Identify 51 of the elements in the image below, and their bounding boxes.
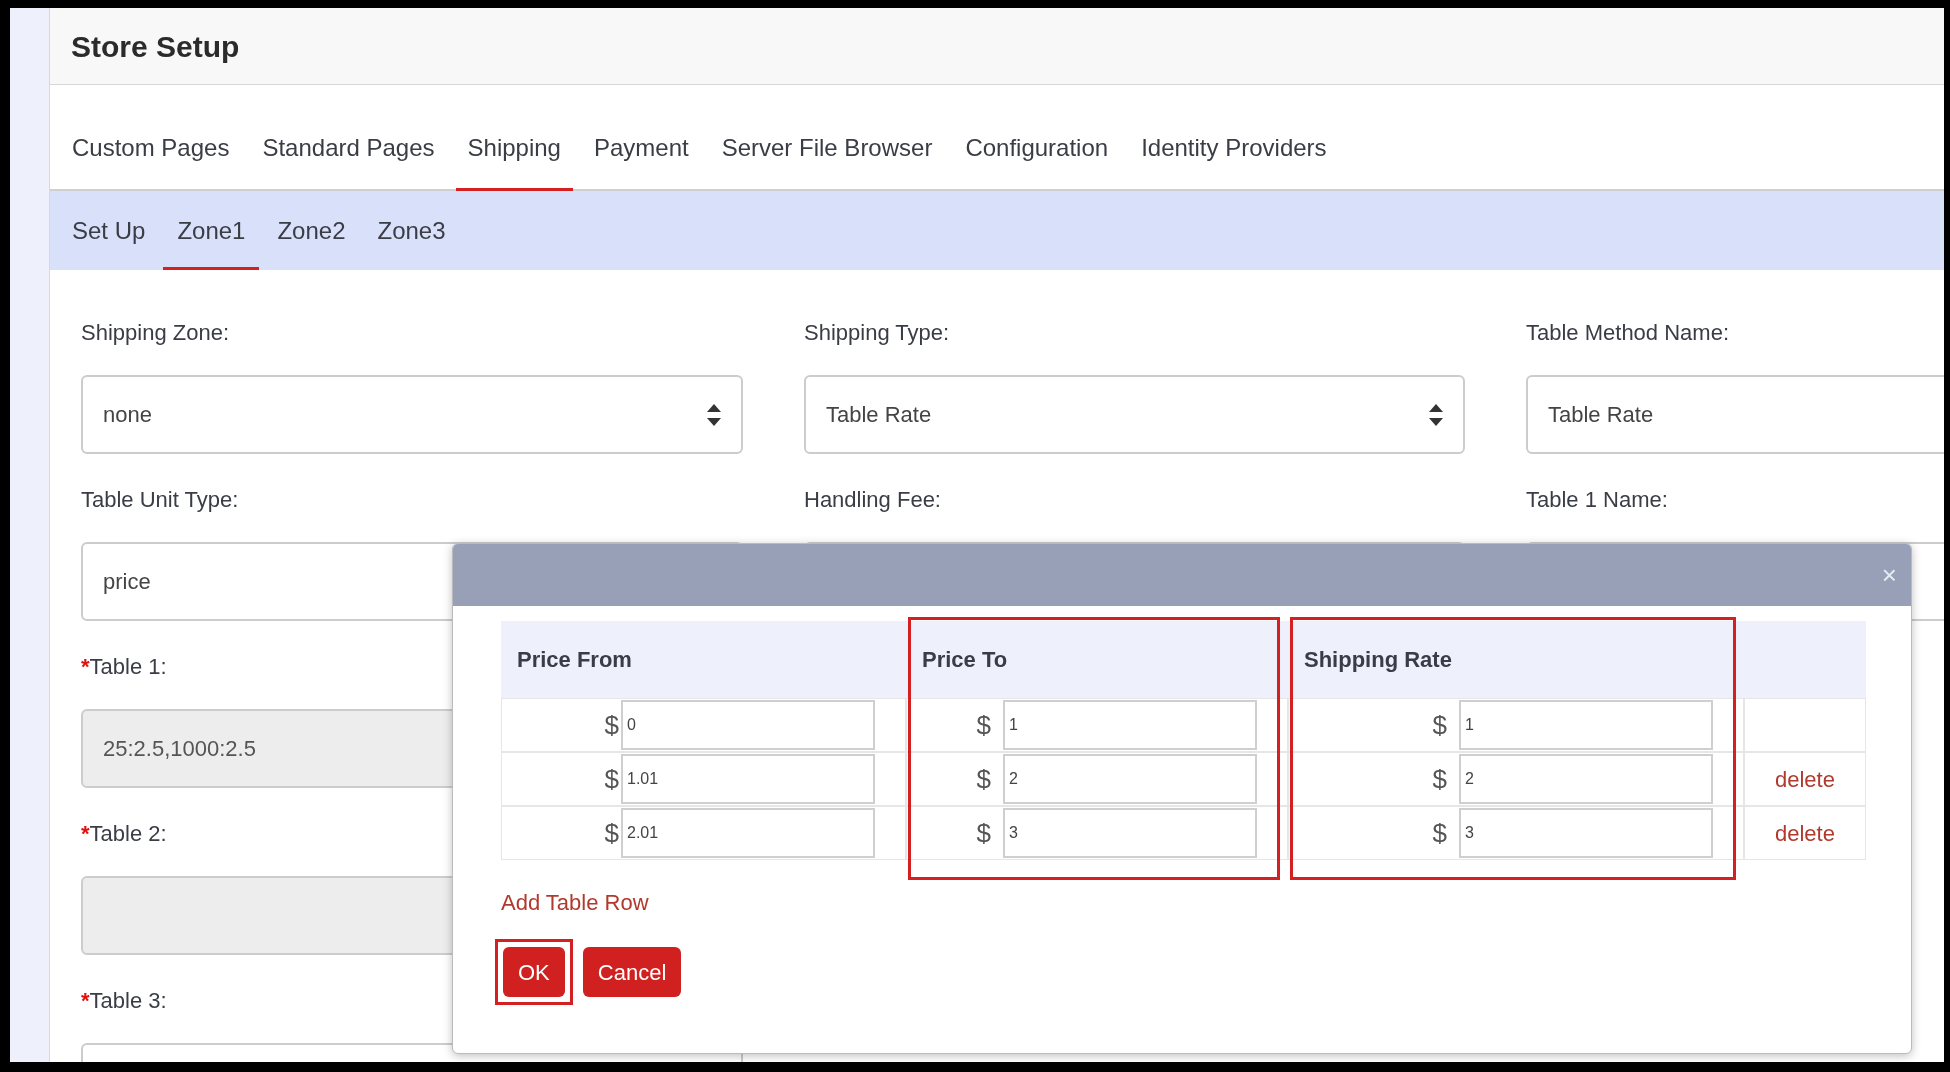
tab[interactable]: Payment bbox=[581, 130, 701, 191]
field-label: Table Method Name: bbox=[1526, 319, 1729, 347]
tab[interactable]: Custom Pages bbox=[60, 130, 242, 191]
input-field[interactable]: Table Rate bbox=[1526, 375, 1944, 454]
currency-symbol: $ bbox=[604, 708, 619, 742]
column-header: Price From bbox=[501, 621, 906, 698]
field-label: Shipping Zone: bbox=[81, 319, 229, 347]
field-label: Shipping Type: bbox=[804, 319, 950, 347]
subtab[interactable]: Zone3 bbox=[363, 213, 460, 270]
column-header: Price To bbox=[906, 621, 1288, 698]
currency-symbol: $ bbox=[1432, 816, 1447, 850]
sort-arrows-icon bbox=[1429, 403, 1443, 426]
input-field[interactable]: 1 bbox=[1459, 700, 1713, 750]
field-label: Table 1 Name: bbox=[1526, 486, 1668, 514]
input-field[interactable]: 0 bbox=[621, 700, 875, 750]
field-label: Table 3: bbox=[89, 987, 167, 1015]
cancel-button[interactable]: Cancel bbox=[582, 947, 682, 997]
page-title: Store Setup bbox=[71, 28, 240, 65]
tab[interactable]: Standard Pages bbox=[250, 130, 447, 191]
currency-symbol: $ bbox=[976, 816, 991, 850]
input-field[interactable]: 1.01 bbox=[621, 754, 875, 804]
input-field[interactable]: 2.01 bbox=[621, 808, 875, 858]
subtab[interactable]: Zone2 bbox=[263, 213, 360, 270]
currency-symbol: $ bbox=[604, 816, 619, 850]
column-header: Shipping Rate bbox=[1288, 621, 1744, 698]
tab[interactable]: Server File Browser bbox=[709, 130, 945, 191]
currency-symbol: $ bbox=[1432, 762, 1447, 796]
subtab[interactable]: Zone1 bbox=[163, 213, 260, 270]
field-label: Table Unit Type: bbox=[81, 486, 239, 514]
select-field[interactable]: Table Rate bbox=[804, 375, 1465, 454]
currency-symbol: $ bbox=[976, 762, 991, 796]
add-row-link[interactable]: Add Table Row bbox=[501, 886, 649, 919]
input-field[interactable]: 2 bbox=[1459, 754, 1713, 804]
currency-symbol: $ bbox=[1432, 708, 1447, 742]
input-field[interactable]: 3 bbox=[1003, 808, 1257, 858]
input-field[interactable]: 3 bbox=[1459, 808, 1713, 858]
input-field[interactable]: 1 bbox=[1003, 700, 1257, 750]
required-asterisk: * bbox=[81, 987, 90, 1015]
input-field[interactable]: 2 bbox=[1003, 754, 1257, 804]
tab[interactable]: Identity Providers bbox=[1129, 130, 1339, 191]
required-asterisk: * bbox=[81, 820, 90, 848]
sort-arrows-icon bbox=[707, 403, 721, 426]
field-label: Table 2: bbox=[89, 820, 167, 848]
subtab[interactable]: Set Up bbox=[58, 213, 160, 270]
ok-button[interactable]: OK bbox=[503, 947, 565, 997]
field-label: Table 1: bbox=[89, 653, 167, 681]
field-label: Handling Fee: bbox=[804, 486, 941, 514]
required-asterisk: * bbox=[81, 653, 90, 681]
currency-symbol: $ bbox=[976, 708, 991, 742]
tab[interactable]: Configuration bbox=[953, 130, 1121, 191]
select-field[interactable]: none bbox=[81, 375, 743, 454]
